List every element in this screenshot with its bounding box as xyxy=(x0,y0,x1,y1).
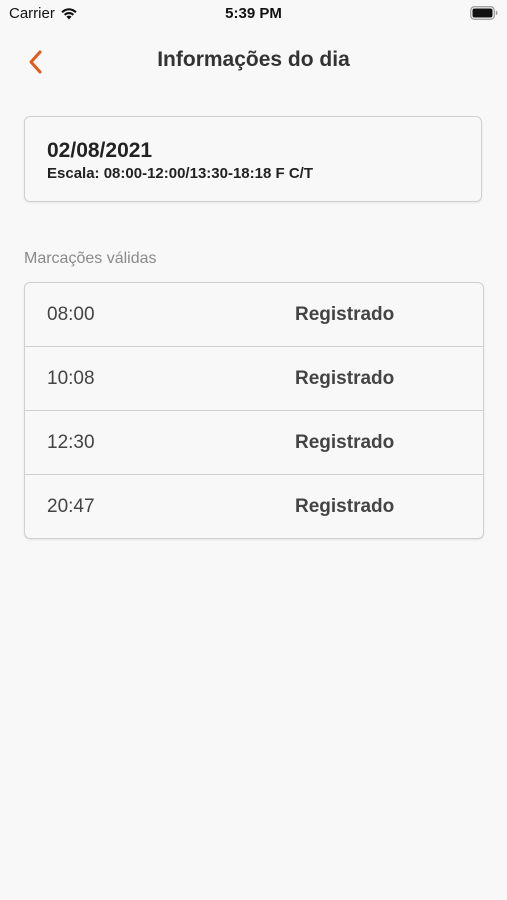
marcacao-status: Registrado xyxy=(295,368,395,389)
marcacao-status: Registrado xyxy=(295,304,395,325)
day-date: 02/08/2021 xyxy=(47,139,153,162)
battery-icon xyxy=(470,6,498,25)
list-item[interactable]: 20:47 Registrado xyxy=(25,475,483,538)
marcacoes-list: 08:00 Registrado 10:08 Registrado 12:30 … xyxy=(24,282,484,539)
marcacao-time: 20:47 xyxy=(47,496,95,517)
day-info-card: 02/08/2021 Escala: 08:00-12:00/13:30-18:… xyxy=(24,116,482,202)
nav-bar: Informações do dia xyxy=(0,38,507,82)
marcacao-status: Registrado xyxy=(295,496,395,517)
page-title: Informações do dia xyxy=(157,48,350,71)
marcacoes-section-label: Marcações válidas xyxy=(24,250,157,267)
list-item[interactable]: 10:08 Registrado xyxy=(25,347,483,411)
marcacao-time: 08:00 xyxy=(47,304,95,325)
list-item[interactable]: 12:30 Registrado xyxy=(25,411,483,475)
marcacao-time: 12:30 xyxy=(47,432,95,453)
status-time: 5:39 PM xyxy=(225,5,282,22)
marcacao-status: Registrado xyxy=(295,432,395,453)
list-item[interactable]: 08:00 Registrado xyxy=(25,283,483,347)
marcacao-time: 10:08 xyxy=(47,368,95,389)
day-escala: Escala: 08:00-12:00/13:30-18:18 F C/T xyxy=(47,165,313,182)
status-bar: Carrier 5:39 PM xyxy=(0,0,507,28)
